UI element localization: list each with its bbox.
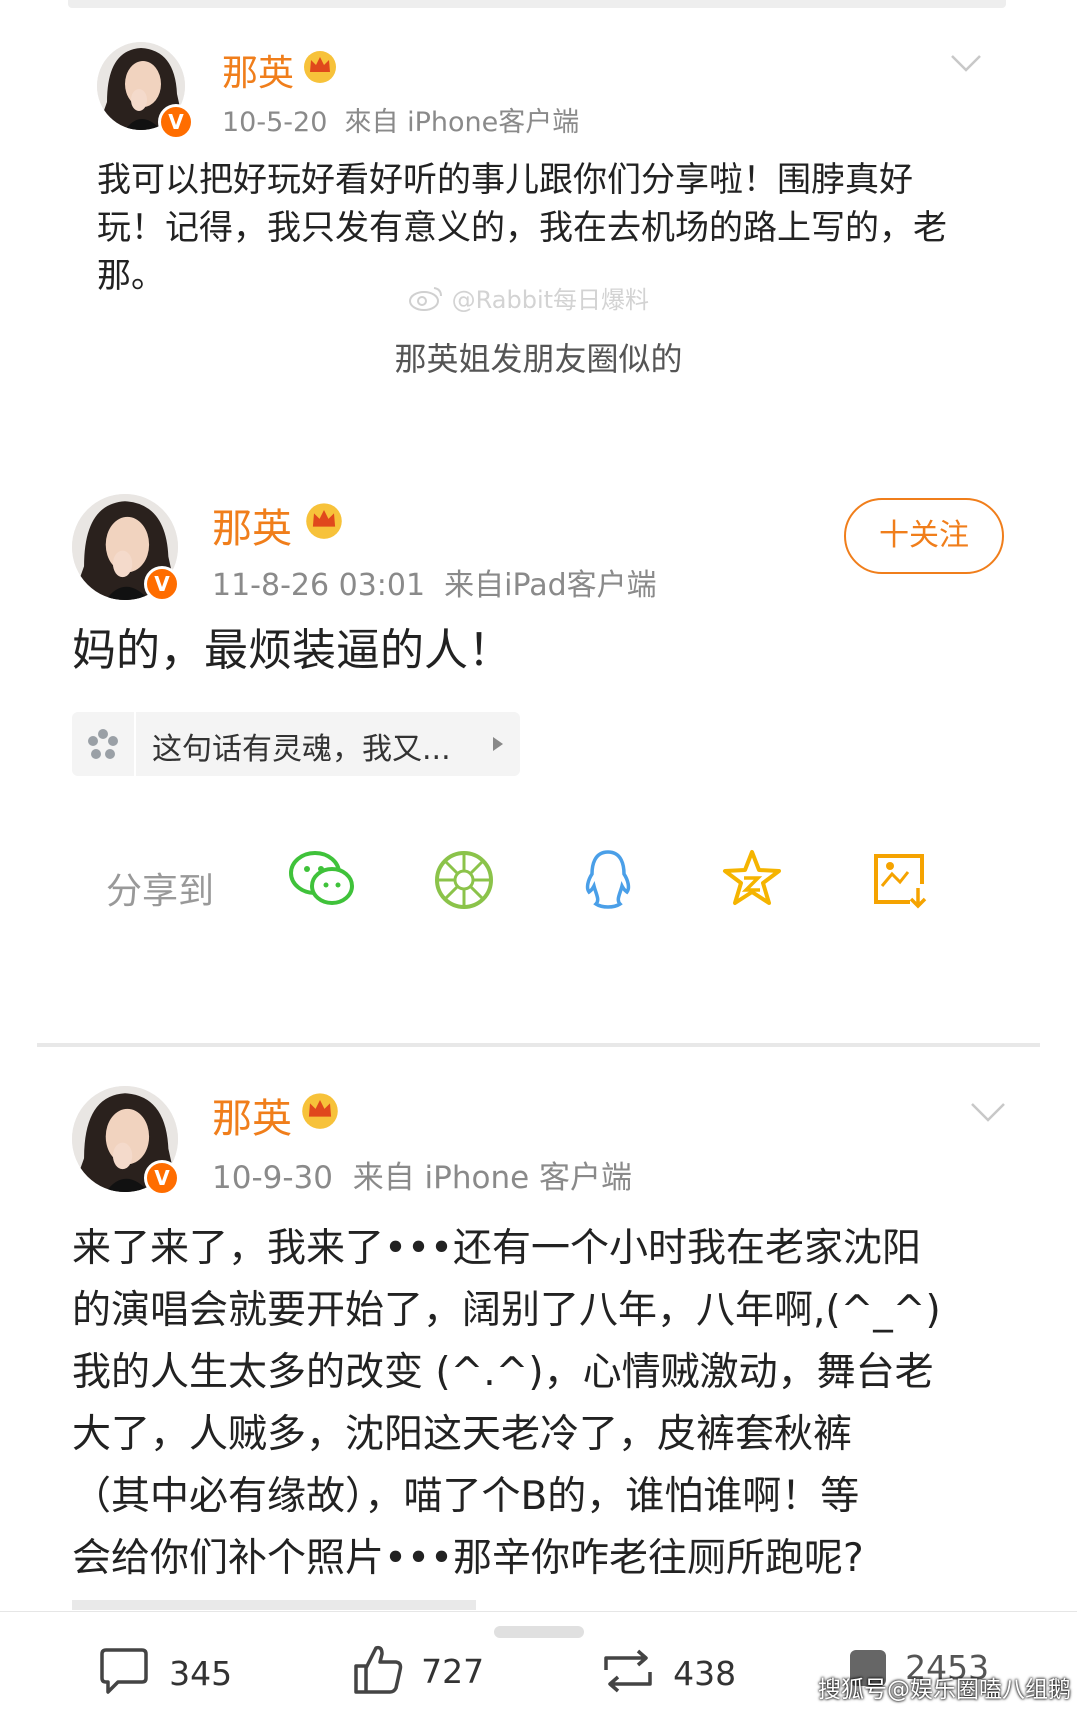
post-text-line: 会给你们补个照片•••那辛你咋老往厕所跑呢?	[72, 1536, 864, 1581]
comment-icon	[98, 1646, 150, 1700]
author-name[interactable]: 那英	[212, 1086, 292, 1144]
comment-button[interactable]: 345	[98, 1646, 232, 1700]
quote-link[interactable]: 这句话有灵魂，我又...	[72, 712, 520, 776]
author-name[interactable]: 那英	[212, 496, 292, 554]
sparkle-icon	[86, 728, 120, 766]
caption: 那英姐发朋友圈似的	[394, 340, 683, 378]
repost-icon	[598, 1648, 658, 1698]
weibo-watermark: @Rabbit每日爆料	[408, 280, 649, 318]
watermark-text: @Rabbit每日爆料	[451, 286, 650, 314]
scroll-handle[interactable]	[494, 1626, 584, 1638]
verified-badge-icon: V	[144, 1160, 180, 1196]
repost-count: 438	[673, 1653, 737, 1693]
post-text-line: 我可以把好玩好看好听的事儿跟你们分享啦！围脖真好	[97, 160, 913, 200]
post-meta: 10-9-30 来自 iPhone 客户端	[212, 1160, 633, 1196]
weibo-icon	[408, 284, 444, 318]
like-button[interactable]: 727	[352, 1642, 484, 1700]
post-meta: 10-5-20 來自 iPhone客户端	[222, 107, 580, 138]
qq-icon[interactable]	[580, 848, 636, 916]
quote-text: 这句话有灵魂，我又...	[152, 732, 451, 767]
post-divider	[37, 1043, 1040, 1047]
verified-badge-icon: V	[144, 566, 180, 602]
top-divider	[68, 0, 1006, 8]
quote-divider	[134, 712, 136, 776]
chevron-down-icon[interactable]	[950, 52, 981, 78]
save-image-icon[interactable]	[870, 850, 930, 914]
post-text: 妈的，最烦装逼的人！	[72, 625, 512, 676]
comment-count: 345	[169, 1653, 233, 1693]
image-strip	[72, 1600, 476, 1610]
repost-button[interactable]: 438	[598, 1648, 736, 1698]
thumbs-up-icon	[352, 1642, 404, 1700]
post-text: 来了来了，我来了•••还有一个小时我在老家沈阳 的演唱会就要开始了，阔别了八年，…	[72, 1218, 1012, 1590]
follow-button[interactable]: 十关注	[844, 498, 1004, 574]
footer-divider	[0, 1611, 1077, 1612]
post-meta: 11-8-26 03:01 来自iPad客户端	[212, 568, 657, 603]
share-label: 分享到	[106, 871, 215, 912]
chevron-down-icon[interactable]	[970, 1100, 1005, 1126]
moments-icon[interactable]	[434, 850, 494, 914]
like-count: 727	[421, 1651, 485, 1691]
crown-icon	[304, 500, 344, 544]
post-text-line: 大了，人贼多，沈阳这天老冷了，皮裤套秋裤	[72, 1412, 853, 1457]
verified-badge-icon: V	[158, 104, 194, 140]
post-text-line: 的演唱会就要开始了，阔别了八年，八年啊,(^_^)	[72, 1288, 941, 1333]
post-text-line: 玩！记得，我只发有意义的，我在去机场的路上写的，老	[97, 208, 947, 248]
post-text-line: 来了来了，我来了•••还有一个小时我在老家沈阳	[72, 1226, 922, 1271]
sohu-watermark: 搜狐号@娱乐圈嗑八组鹅	[818, 1677, 1071, 1703]
post-text: 我可以把好玩好看好听的事儿跟你们分享啦！围脖真好 玩！记得，我只发有意义的，我在…	[97, 156, 977, 300]
crown-icon	[300, 1090, 340, 1134]
post-text-line: （其中必有缘故），喵了个B的，谁怕谁啊！等	[72, 1474, 860, 1519]
author-name[interactable]: 那英	[222, 44, 294, 96]
crown-icon	[302, 48, 338, 88]
post-text-line: 我的人生太多的改变 (^.^)，心情贼激动，舞台老	[72, 1350, 934, 1395]
wechat-icon[interactable]	[288, 848, 356, 914]
qzone-icon[interactable]	[722, 848, 782, 912]
play-arrow-icon	[492, 736, 504, 756]
